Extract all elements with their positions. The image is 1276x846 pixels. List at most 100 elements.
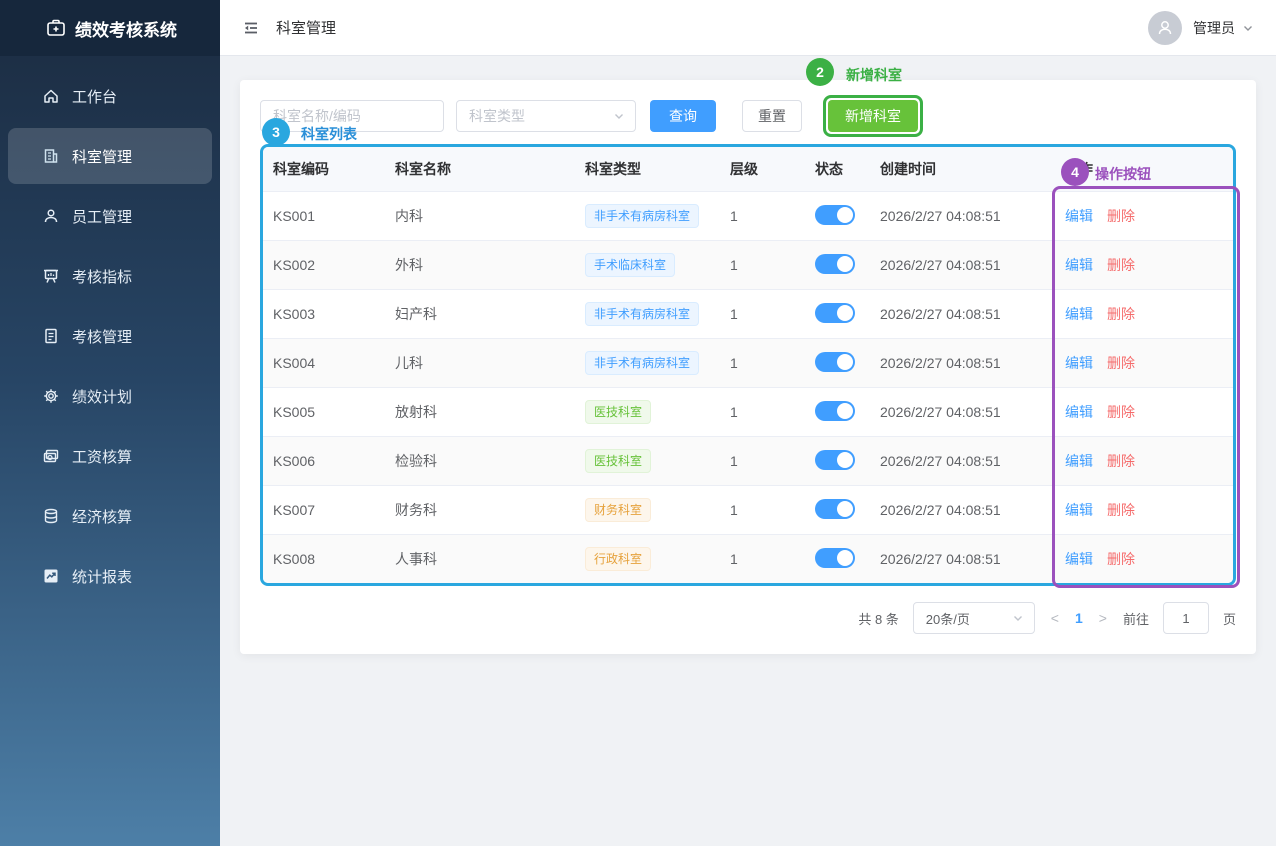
total-count: 共 8 条 [858,609,898,628]
pagination: 共 8 条 20条/页 < 1 > 前往 页 [260,602,1236,634]
status-toggle[interactable] [815,499,855,519]
dept-level: 1 [722,404,807,420]
home-icon [42,87,60,105]
trend-chart-icon [42,567,60,585]
dept-code: KS001 [263,208,387,224]
sidebar-item-assessment[interactable]: 考核管理 [8,308,212,364]
table-row: KS008人事科行政科室12026/2/27 04:08:51编辑删除 [263,534,1233,583]
row-actions: 编辑删除 [1057,402,1233,422]
dept-level: 1 [722,208,807,224]
annotation-label-add: 新增科室 [846,65,902,85]
edit-link[interactable]: 编辑 [1065,404,1093,420]
annotation-badge-add: 2 [806,58,834,86]
sidebar-item-report[interactable]: 统计报表 [8,548,212,604]
delete-link[interactable]: 删除 [1107,502,1135,518]
annotation-badge-actions: 4 [1061,158,1089,186]
dept-code: KS008 [263,551,387,567]
annotation-box-add: 新增科室 [823,95,923,137]
topbar: 科室管理 管理员 [220,0,1276,56]
next-page-button[interactable]: > [1097,610,1109,626]
page-unit-label: 页 [1223,609,1236,628]
status-toggle[interactable] [815,254,855,274]
edit-link[interactable]: 编辑 [1065,306,1093,322]
edit-link[interactable]: 编辑 [1065,208,1093,224]
chevron-down-icon[interactable] [1242,22,1254,34]
goto-label: 前往 [1123,609,1149,628]
status-toggle[interactable] [815,205,855,225]
sidebar-fold-icon[interactable] [242,19,260,37]
delete-link[interactable]: 删除 [1107,208,1135,224]
dept-code: KS005 [263,404,387,420]
status-toggle[interactable] [815,401,855,421]
sidebar: 绩效考核系统 工作台科室管理员工管理考核指标考核管理绩效计划工资核算经济核算统计… [0,0,220,846]
reset-button[interactable]: 重置 [742,100,802,132]
sidebar-nav: 工作台科室管理员工管理考核指标考核管理绩效计划工资核算经济核算统计报表 [0,56,220,608]
row-actions: 编辑删除 [1057,500,1233,520]
sidebar-item-label: 工资核算 [72,446,132,467]
dept-level: 1 [722,551,807,567]
status-toggle[interactable] [815,303,855,323]
sidebar-item-employee[interactable]: 员工管理 [8,188,212,244]
money-icon [42,447,60,465]
prev-page-button[interactable]: < [1049,610,1061,626]
dept-code: KS002 [263,257,387,273]
user-name[interactable]: 管理员 [1193,18,1235,38]
sidebar-item-label: 考核管理 [72,326,132,347]
table-row: KS001内科非手术有病房科室12026/2/27 04:08:51编辑删除 [263,191,1233,240]
building-icon [42,147,60,165]
table-row: KS004儿科非手术有病房科室12026/2/27 04:08:51编辑删除 [263,338,1233,387]
dept-type-tag: 非手术有病房科室 [585,204,699,228]
created-time: 2026/2/27 04:08:51 [872,355,1057,371]
document-icon [42,327,60,345]
edit-link[interactable]: 编辑 [1065,551,1093,567]
avatar[interactable] [1148,11,1182,45]
main-area: 科室管理 管理员 科室类型 [220,0,1276,846]
dept-code: KS006 [263,453,387,469]
delete-link[interactable]: 删除 [1107,551,1135,567]
edit-link[interactable]: 编辑 [1065,502,1093,518]
delete-link[interactable]: 删除 [1107,355,1135,371]
delete-link[interactable]: 删除 [1107,404,1135,420]
page-size-select[interactable]: 20条/页 [913,602,1035,634]
column-header: 科室编码 [263,159,387,179]
goto-page-input[interactable] [1163,602,1209,634]
column-header: 层级 [722,159,807,179]
edit-link[interactable]: 编辑 [1065,355,1093,371]
add-department-button[interactable]: 新增科室 [828,100,918,132]
sidebar-item-salary[interactable]: 工资核算 [8,428,212,484]
dept-type-tag: 非手术有病房科室 [585,302,699,326]
sidebar-item-indicator[interactable]: 考核指标 [8,248,212,304]
toggle-knob [837,207,853,223]
edit-link[interactable]: 编辑 [1065,453,1093,469]
app-root: 绩效考核系统 工作台科室管理员工管理考核指标考核管理绩效计划工资核算经济核算统计… [0,0,1276,846]
content-area: 科室类型 查询 重置 新增科室 科室编码科室名称科室类型层级状态创建时间操作 K… [220,56,1276,846]
dept-level: 1 [722,502,807,518]
table-body: KS001内科非手术有病房科室12026/2/27 04:08:51编辑删除KS… [263,191,1233,583]
data-board-icon [42,267,60,285]
sidebar-item-label: 考核指标 [72,266,132,287]
dept-type-select[interactable]: 科室类型 [456,100,636,132]
dept-type-select-placeholder: 科室类型 [469,106,525,126]
edit-link[interactable]: 编辑 [1065,257,1093,273]
delete-link[interactable]: 删除 [1107,306,1135,322]
toggle-knob [837,305,853,321]
sidebar-item-department[interactable]: 科室管理 [8,128,212,184]
status-toggle[interactable] [815,352,855,372]
row-actions: 编辑删除 [1057,549,1233,569]
search-button[interactable]: 查询 [650,100,716,132]
sidebar-item-workbench[interactable]: 工作台 [8,68,212,124]
dept-level: 1 [722,306,807,322]
dept-name: 人事科 [387,549,577,569]
toggle-knob [837,501,853,517]
current-page[interactable]: 1 [1075,610,1083,626]
status-toggle[interactable] [815,548,855,568]
status-toggle[interactable] [815,450,855,470]
dept-type-tag: 手术临床科室 [585,253,675,277]
dept-name: 放射科 [387,402,577,422]
sidebar-item-economy[interactable]: 经济核算 [8,488,212,544]
created-time: 2026/2/27 04:08:51 [872,404,1057,420]
delete-link[interactable]: 删除 [1107,453,1135,469]
delete-link[interactable]: 删除 [1107,257,1135,273]
sidebar-item-plan[interactable]: 绩效计划 [8,368,212,424]
column-header: 创建时间 [872,159,1057,179]
